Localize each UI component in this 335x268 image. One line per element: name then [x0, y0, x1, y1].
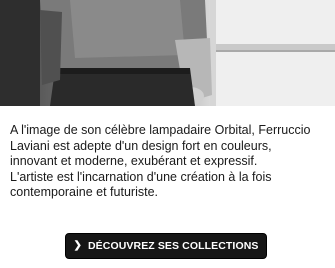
description-line: innovant et moderne, exubérant et expres… [10, 154, 258, 168]
description-line: L'artiste est l'incarnation d'une créati… [10, 169, 272, 184]
description-line: A l'image de son célèbre lampadaire Orbi… [10, 123, 311, 137]
discover-collections-label: DÉCOUVREZ SES COLLECTIONS [87, 240, 259, 252]
designer-portrait [0, 0, 335, 106]
chevron-right-icon: ❯ [73, 240, 82, 251]
description-line: contemporaine et futuriste. [10, 185, 158, 199]
hero-photo [0, 0, 335, 106]
designer-description: A l'image de son célèbre lampadaire Orbi… [10, 123, 330, 201]
discover-collections-button[interactable]: ❯ DÉCOUVREZ SES COLLECTIONS [65, 233, 267, 259]
description-line: Laviani est adepte d'un design fort en c… [10, 138, 272, 153]
